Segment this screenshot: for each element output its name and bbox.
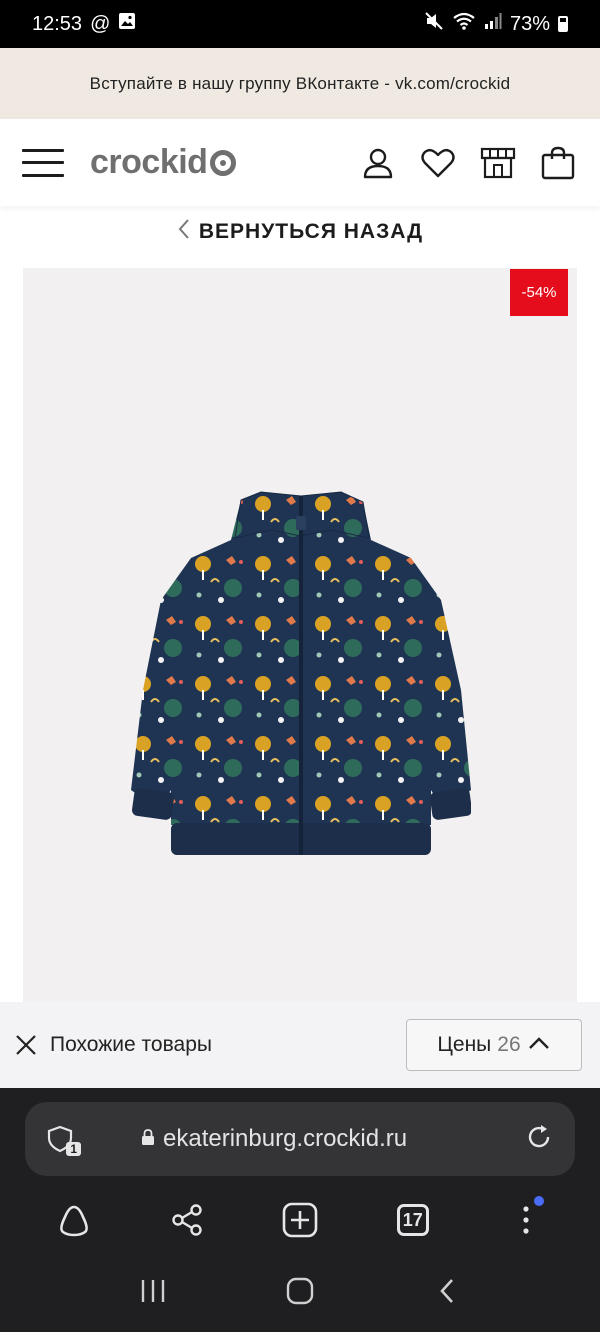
battery-percent: 73% xyxy=(509,12,550,35)
browser-toolbar: 17 xyxy=(0,1188,600,1252)
image-icon xyxy=(118,12,136,36)
logo-mark-icon xyxy=(210,149,237,176)
menu-icon[interactable] xyxy=(22,148,64,177)
prices-count: 26 xyxy=(497,1033,521,1056)
product-jacket-image xyxy=(131,491,471,855)
lock-icon xyxy=(141,1128,155,1150)
status-at: @ xyxy=(90,12,111,35)
user-icon[interactable] xyxy=(358,143,398,183)
prices-label: Цены xyxy=(437,1033,492,1056)
home-icon[interactable] xyxy=(50,1196,98,1244)
chevron-left-icon xyxy=(177,218,191,246)
status-time: 12:53 xyxy=(32,12,83,35)
notification-dot xyxy=(533,1196,544,1206)
wifi-icon xyxy=(452,11,476,37)
back-icon[interactable] xyxy=(417,1261,477,1321)
reload-icon[interactable] xyxy=(525,1123,553,1156)
mute-icon xyxy=(424,11,444,37)
status-bar: 12:53 @ 73% xyxy=(0,0,600,48)
site-header: crockid xyxy=(0,119,600,206)
signal-icon xyxy=(484,12,502,36)
battery-icon xyxy=(558,16,568,32)
header-actions xyxy=(358,143,578,183)
logo[interactable]: crockid xyxy=(90,143,237,182)
tabs-count: 17 xyxy=(396,1204,429,1236)
more-menu-icon[interactable] xyxy=(502,1196,550,1244)
add-tab-icon[interactable] xyxy=(276,1196,324,1244)
heart-icon[interactable] xyxy=(418,143,458,183)
back-link-label: ВЕРНУТЬСЯ НАЗАД xyxy=(198,220,424,243)
home-button-icon[interactable] xyxy=(270,1261,330,1321)
prices-button[interactable]: Цены 26 xyxy=(406,1019,582,1071)
promo-banner[interactable]: Вступайте в нашу группу ВКонтакте - vk.c… xyxy=(0,48,600,119)
shield-count: 1 xyxy=(66,1142,81,1156)
chevron-up-icon xyxy=(527,1033,551,1057)
browser-bar: 1 ekaterinburg.crockid.ru 17 xyxy=(0,1088,600,1250)
share-icon[interactable] xyxy=(163,1196,211,1244)
product-image[interactable]: -54% xyxy=(23,268,577,1002)
bag-icon[interactable] xyxy=(538,143,578,183)
address-bar[interactable]: 1 ekaterinburg.crockid.ru xyxy=(25,1102,575,1176)
store-icon[interactable] xyxy=(478,143,518,183)
promo-text: Вступайте в нашу группу ВКонтакте - vk.c… xyxy=(89,73,511,93)
system-nav-bar xyxy=(0,1250,600,1332)
similar-products-label: Похожие товары xyxy=(50,1033,212,1056)
close-icon[interactable] xyxy=(14,1033,38,1057)
status-left: 12:53 @ xyxy=(32,12,136,36)
similar-products-panel: Похожие товары Цены 26 xyxy=(0,1002,600,1088)
back-link[interactable]: ВЕРНУТЬСЯ НАЗАД xyxy=(0,210,600,254)
shield-icon[interactable]: 1 xyxy=(47,1124,81,1156)
status-right: 73% xyxy=(424,11,568,37)
discount-badge: -54% xyxy=(510,269,568,316)
recent-apps-icon[interactable] xyxy=(123,1261,183,1321)
tabs-button[interactable]: 17 xyxy=(389,1196,437,1244)
url-text: ekaterinburg.crockid.ru xyxy=(163,1125,408,1152)
logo-text: crockid xyxy=(90,143,208,181)
